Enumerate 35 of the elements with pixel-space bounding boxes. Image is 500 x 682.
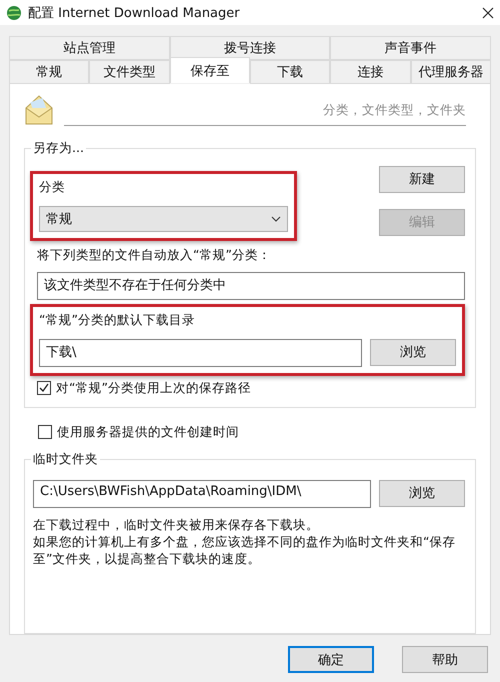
window-title: 配置 Internet Download Manager — [28, 4, 241, 22]
tab[interactable]: 常规 — [9, 60, 90, 84]
tab[interactable]: 文件类型 — [89, 60, 170, 84]
group-title: 临时文件夹 — [32, 450, 99, 468]
checkbox[interactable] — [38, 425, 52, 440]
checkbox[interactable] — [37, 381, 51, 396]
header-caption: 分类，文件类型，文件夹 — [323, 102, 466, 117]
tab[interactable]: 站点管理 — [9, 36, 170, 60]
field-label: 将下列类型的文件自动放入“常规”分类： — [37, 246, 272, 264]
ok-button[interactable]: 确定 — [288, 646, 374, 673]
file-types-field[interactable]: 该文件类型不存在于任何分类中 — [37, 272, 465, 300]
new-button[interactable]: 新建 — [379, 166, 465, 193]
envelope-icon — [24, 94, 54, 126]
tab[interactable]: 代理服务器 — [410, 60, 491, 84]
chevron-icon — [271, 216, 281, 222]
browse-button[interactable]: 浏览 — [379, 480, 465, 507]
tab[interactable]: 连接 — [330, 60, 411, 84]
tab[interactable]: 保存至 — [170, 57, 250, 83]
tab[interactable]: 拨号连接 — [170, 36, 330, 60]
tab[interactable]: 声音事件 — [330, 36, 492, 60]
download-folder-field[interactable]: 下载\ — [39, 338, 362, 367]
browse-button[interactable]: 浏览 — [370, 338, 456, 366]
help-button[interactable]: 帮助 — [402, 646, 488, 673]
group-title: 另存为... — [32, 140, 85, 157]
temp-folder-field[interactable]: C:\Users\BWFish\AppData\Roaming\IDM\ — [33, 480, 371, 508]
help-text: 如果您的计算机上有多个盘，您应该选择不同的盘作为临时文件夹和“保存至”文件夹，以提高整合下载块的速度。 — [33, 532, 456, 567]
tab[interactable]: 下载 — [250, 60, 330, 84]
category-dropdown[interactable]: 常规 — [39, 206, 288, 232]
help-text: 在下载过程中，临时文件夹被用来保存各下载块。 — [33, 516, 320, 533]
field-label: 分类 — [39, 178, 66, 196]
checkbox-label: 使用服务器提供的文件创建时间 — [57, 424, 239, 441]
field-label: “常规”分类的默认下载目录 — [39, 312, 196, 329]
close-icon[interactable] — [482, 6, 494, 18]
checkbox-label: 对“常规”分类使用上次的保存路径 — [56, 380, 251, 397]
globe-icon — [6, 4, 22, 20]
